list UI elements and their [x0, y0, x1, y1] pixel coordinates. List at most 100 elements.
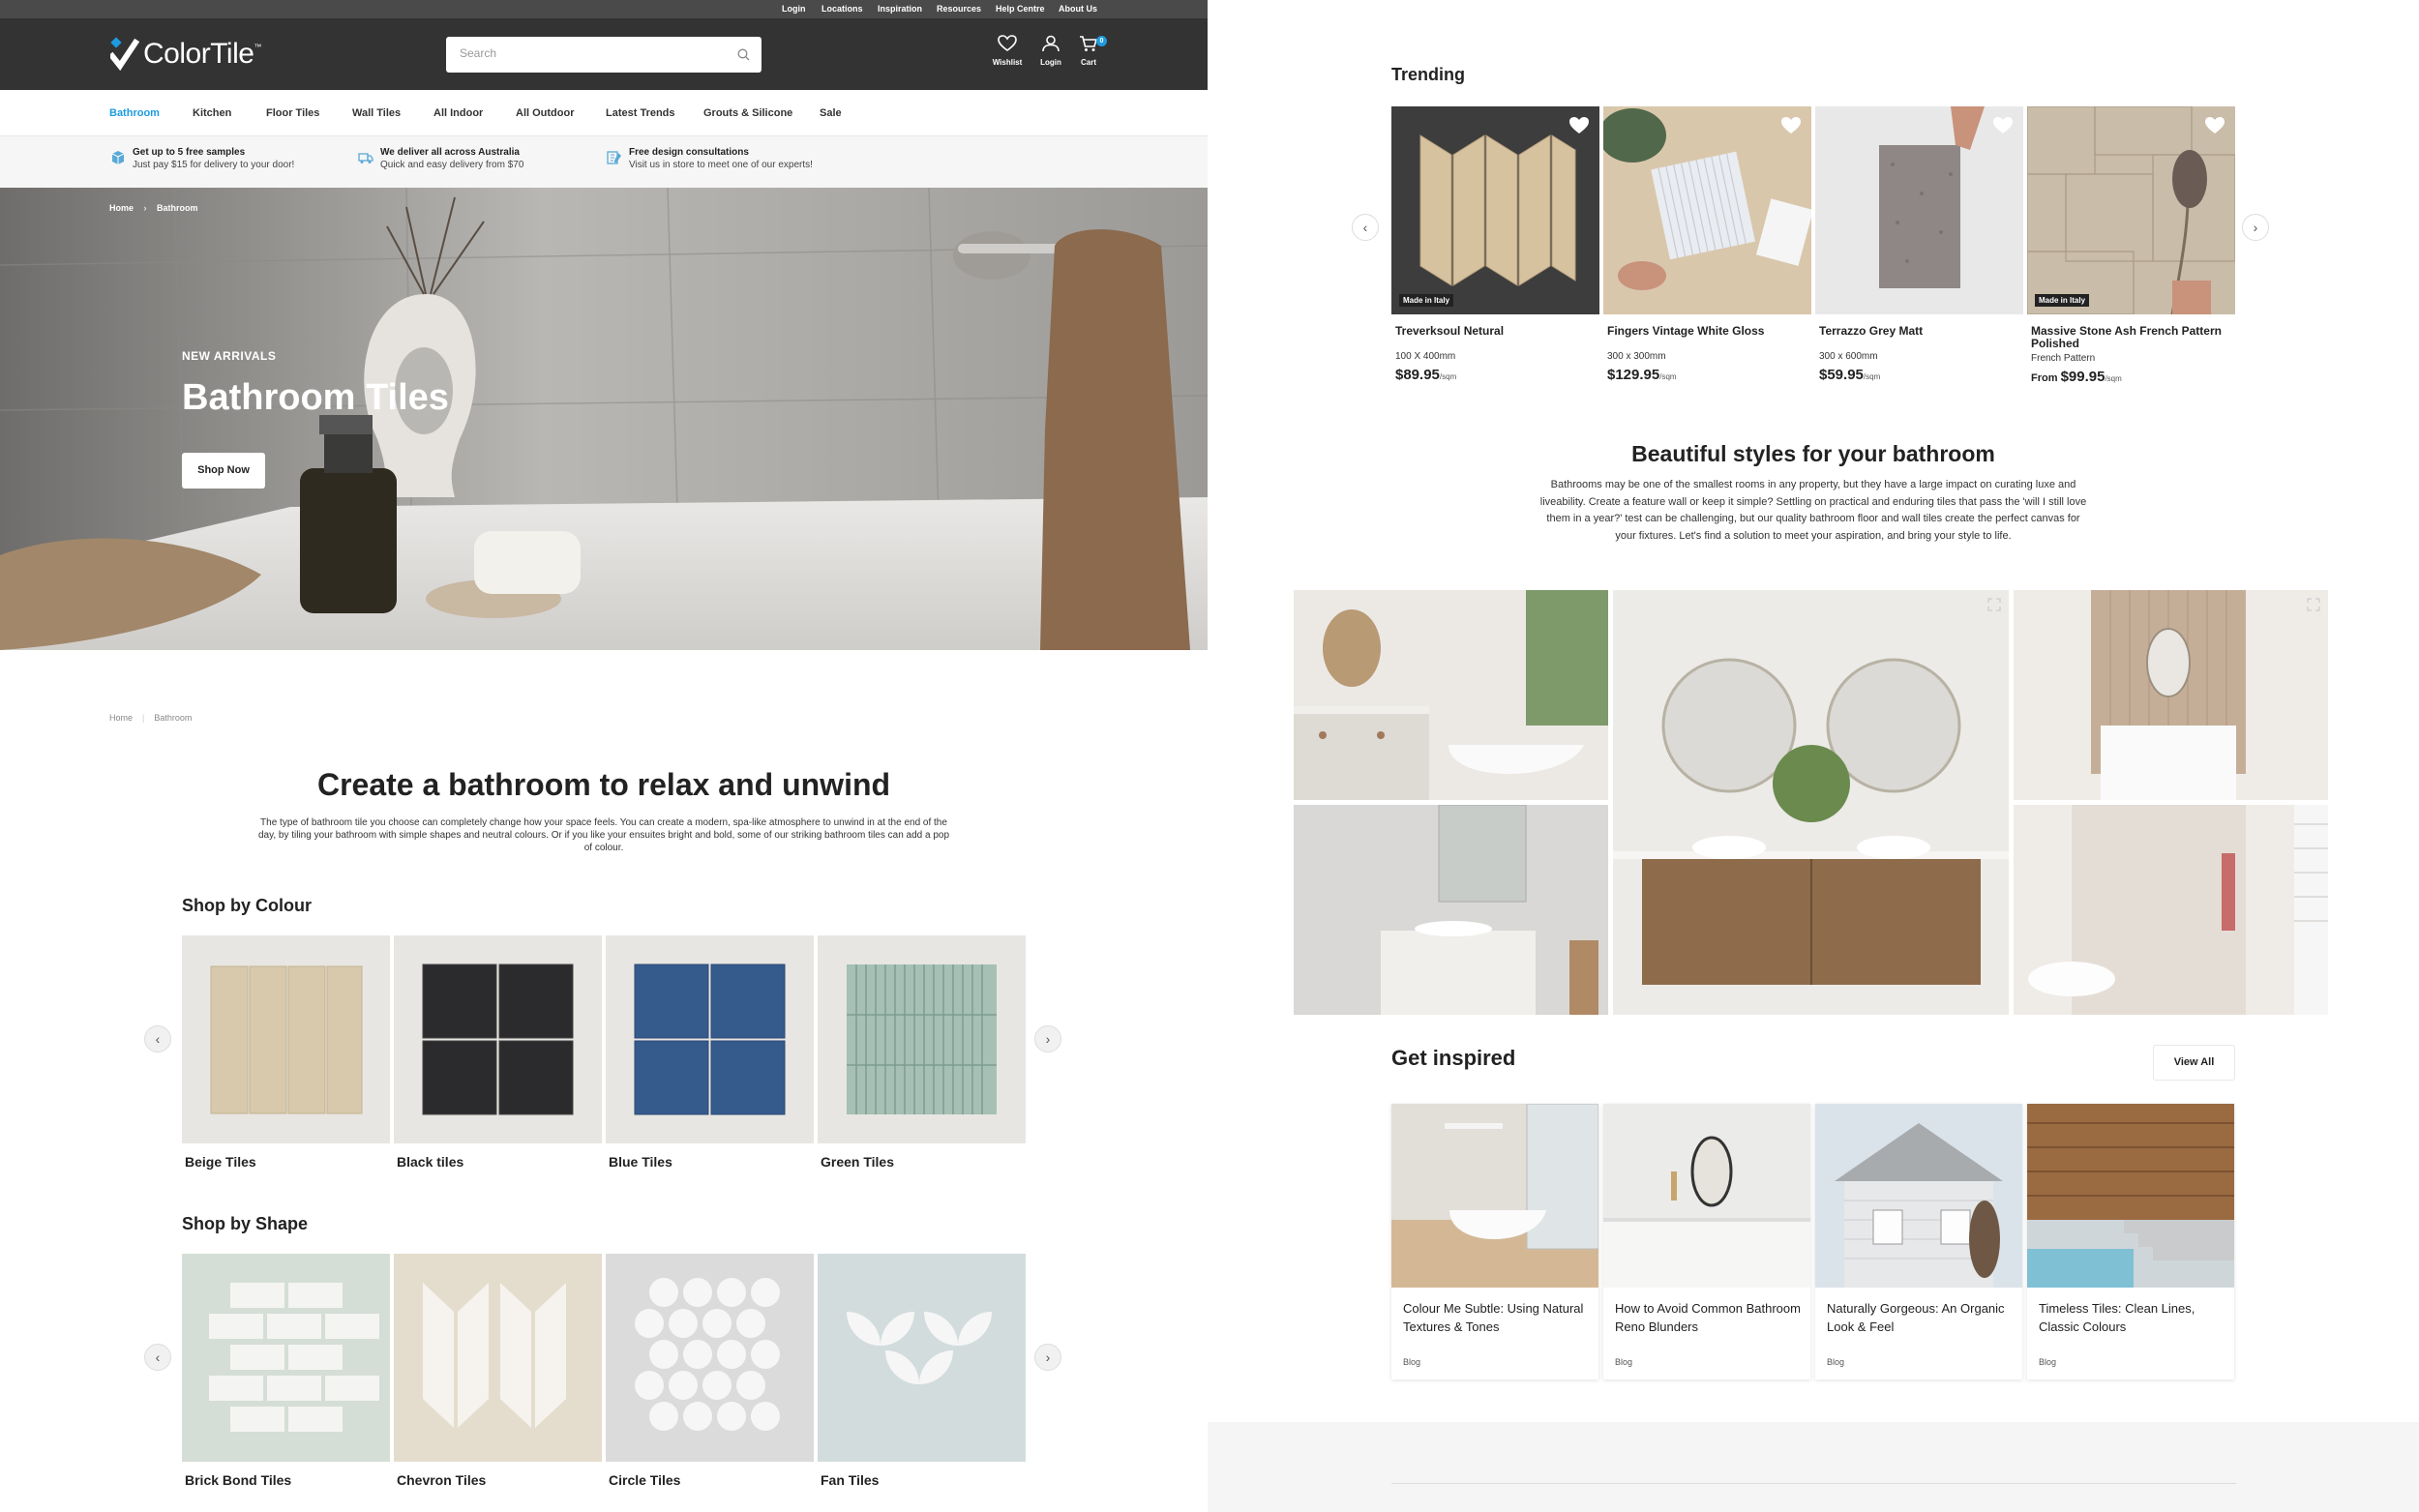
- product-size: 100 X 400mm: [1395, 351, 1456, 362]
- blog-tag: Blog: [1615, 1357, 1633, 1367]
- blog-title: Colour Me Subtle: Using Natural Textures…: [1403, 1301, 1584, 1334]
- gallery-image-3[interactable]: [2014, 590, 2328, 800]
- gallery-image-2[interactable]: [1294, 805, 1608, 1015]
- blog-image: [1815, 1104, 2022, 1288]
- util-link-locations[interactable]: Locations: [821, 4, 863, 14]
- nav-item-kitchen[interactable]: Kitchen: [193, 107, 231, 119]
- trending-prev-arrow[interactable]: ‹: [1352, 214, 1379, 241]
- shop-now-button[interactable]: Shop Now: [182, 453, 265, 489]
- gallery-image-feature[interactable]: [1613, 590, 2009, 1015]
- shop-by-colour-title: Shop by Colour: [182, 896, 312, 915]
- expand-icon[interactable]: [2307, 598, 2320, 611]
- wishlist-button[interactable]: Wishlist: [988, 35, 1027, 67]
- product-name: Massive Stone Ash French Pattern Polishe…: [2031, 324, 2222, 350]
- blog-tag: Blog: [1403, 1357, 1421, 1367]
- wishlist-heart-icon[interactable]: [1780, 116, 1802, 135]
- fan-tiles-image: [818, 1254, 1026, 1462]
- gallery-image-1[interactable]: [1294, 590, 1608, 800]
- colour-card-beige[interactable]: Beige Tiles: [182, 935, 390, 1170]
- wishlist-label: Wishlist: [992, 58, 1023, 67]
- nav-item-all-indoor[interactable]: All Indoor: [433, 107, 483, 119]
- shape-next-arrow[interactable]: ›: [1034, 1344, 1061, 1371]
- product-price: $59.95/sqm: [1819, 367, 2023, 383]
- blog-image: [2027, 1104, 2234, 1288]
- product-image: [1815, 106, 2023, 314]
- trending-next-arrow[interactable]: ›: [2242, 214, 2269, 241]
- promo-subtitle: Visit us in store to meet one of our exp…: [629, 160, 813, 170]
- wishlist-heart-icon[interactable]: [1568, 116, 1590, 135]
- brick-bond-tiles-image: [182, 1254, 390, 1462]
- search-input[interactable]: [460, 46, 711, 60]
- beautiful-styles-text: Bathrooms may be one of the smallest roo…: [1539, 479, 2087, 542]
- footer-divider: [1391, 1483, 2236, 1484]
- colour-next-arrow[interactable]: ›: [1034, 1025, 1061, 1052]
- shape-card-fan[interactable]: Fan Tiles: [818, 1254, 1026, 1488]
- nav-item-floor-tiles[interactable]: Floor Tiles: [266, 107, 319, 119]
- shape-card-circle[interactable]: Circle Tiles: [606, 1254, 814, 1488]
- nav-item-grouts-silicone[interactable]: Grouts & Silicone: [703, 107, 792, 119]
- promo-title: Free design consultations: [629, 147, 749, 158]
- product-card[interactable]: Made in Italy Treverksoul Netural 100 X …: [1391, 106, 1599, 383]
- price-value: $89.95: [1395, 367, 1440, 383]
- colour-card-label: Blue Tiles: [609, 1154, 672, 1170]
- login-button[interactable]: Login: [1031, 35, 1070, 67]
- blog-card[interactable]: How to Avoid Common Bathroom Reno Blunde…: [1603, 1104, 1810, 1379]
- colour-card-blue[interactable]: Blue Tiles: [606, 935, 814, 1170]
- util-link-about-us[interactable]: About Us: [1059, 4, 1097, 14]
- black-tiles-image: [394, 935, 602, 1143]
- shape-card-chevron[interactable]: Chevron Tiles: [394, 1254, 602, 1488]
- colour-card-label: Green Tiles: [821, 1154, 895, 1170]
- gallery-image-4[interactable]: [2014, 805, 2328, 1015]
- expand-icon[interactable]: [1987, 598, 2001, 611]
- search-box: [446, 37, 762, 73]
- nav-item-all-outdoor[interactable]: All Outdoor: [516, 107, 575, 119]
- nav-item-sale[interactable]: Sale: [820, 107, 842, 119]
- util-link-login[interactable]: Login: [782, 4, 806, 14]
- product-card[interactable]: Made in Italy Massive Stone Ash French P…: [2027, 106, 2235, 385]
- shape-prev-arrow[interactable]: ‹: [144, 1344, 171, 1371]
- promo-subtitle: Quick and easy delivery from $70: [380, 160, 524, 170]
- blog-card[interactable]: Colour Me Subtle: Using Natural Textures…: [1391, 1104, 1598, 1379]
- truck-icon: [358, 153, 373, 163]
- cart-label: Cart: [1080, 58, 1096, 67]
- colour-card-black[interactable]: Black tiles: [394, 935, 602, 1170]
- green-tiles-image: [818, 935, 1026, 1143]
- util-link-inspiration[interactable]: Inspiration: [878, 4, 922, 14]
- blog-card[interactable]: Timeless Tiles: Clean Lines, Classic Col…: [2027, 1104, 2234, 1379]
- product-price: $89.95/sqm: [1395, 367, 1599, 383]
- wishlist-heart-icon[interactable]: [2204, 116, 2225, 135]
- logo[interactable]: ColorTile ™: [110, 37, 261, 72]
- nav-item-bathroom[interactable]: Bathroom: [109, 107, 160, 119]
- shape-card-brick-bond[interactable]: Brick Bond Tiles: [182, 1254, 390, 1488]
- product-name: Treverksoul Netural: [1395, 324, 1505, 338]
- nav-item-latest-trends[interactable]: Latest Trends: [606, 107, 675, 119]
- view-all-button[interactable]: View All: [2153, 1045, 2235, 1081]
- shape-card-label: Brick Bond Tiles: [185, 1472, 292, 1488]
- product-card[interactable]: Terrazzo Grey Matt 300 x 600mm $59.95/sq…: [1815, 106, 2023, 383]
- util-link-resources[interactable]: Resources: [937, 4, 981, 14]
- colour-prev-arrow[interactable]: ‹: [144, 1025, 171, 1052]
- product-image: Made in Italy: [1391, 106, 1599, 314]
- price-unit: /sqm: [1439, 372, 1457, 381]
- price-unit: /sqm: [1659, 372, 1677, 381]
- blue-tiles-image: [606, 935, 814, 1143]
- product-card[interactable]: Fingers Vintage White Gloss 300 x 300mm …: [1603, 106, 1811, 383]
- box-icon: [111, 151, 125, 164]
- search-icon[interactable]: [737, 48, 750, 61]
- hero-breadcrumb-home[interactable]: Home: [109, 203, 134, 213]
- util-link-help-centre[interactable]: Help Centre: [996, 4, 1045, 14]
- hero-eyebrow: NEW ARRIVALS: [182, 349, 277, 363]
- blog-image: [1603, 1104, 1810, 1288]
- promo-bar: Get up to 5 free samples Just pay $15 fo…: [0, 136, 1208, 188]
- product-image: [1603, 106, 1811, 314]
- get-inspired-title: Get inspired: [1391, 1046, 1516, 1070]
- colour-card-green[interactable]: Green Tiles: [818, 935, 1026, 1170]
- shape-card-label: Circle Tiles: [609, 1472, 681, 1488]
- blog-card[interactable]: Naturally Gorgeous: An Organic Look & Fe…: [1815, 1104, 2022, 1379]
- logo-text: ColorTile: [143, 38, 254, 70]
- wishlist-heart-icon[interactable]: [1992, 116, 2014, 135]
- hero-bathroom-image: [0, 188, 1208, 650]
- nav-item-wall-tiles[interactable]: Wall Tiles: [352, 107, 401, 119]
- breadcrumb-home[interactable]: Home: [109, 713, 133, 723]
- chevron-tiles-image: [394, 1254, 602, 1462]
